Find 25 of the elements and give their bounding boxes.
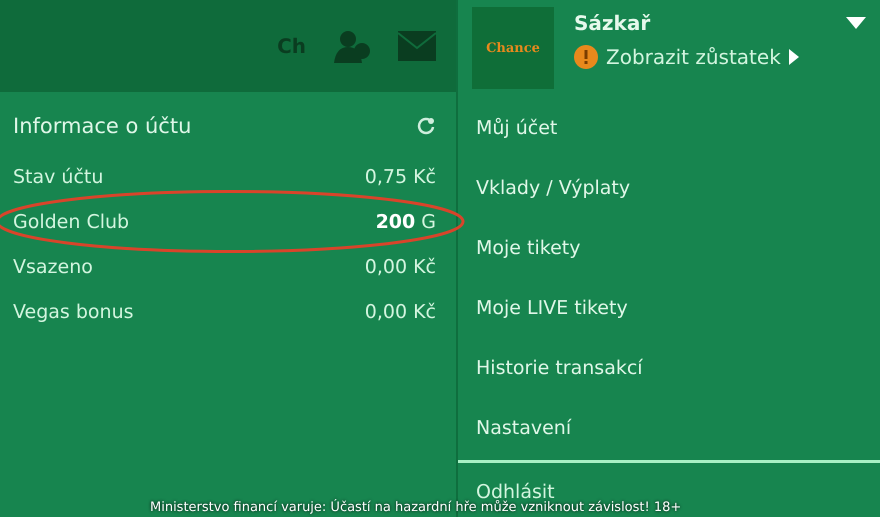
row-label: Stav účtu bbox=[13, 166, 104, 188]
menu-item[interactable]: Vklady / Výplaty bbox=[458, 158, 880, 218]
menu-item[interactable]: Moje tikety bbox=[458, 218, 880, 278]
row-label: Vsazeno bbox=[13, 256, 93, 278]
user-icon[interactable] bbox=[332, 29, 372, 63]
menu-item[interactable]: Moje LIVE tikety bbox=[458, 278, 880, 338]
brand-logo[interactable]: Chance bbox=[472, 7, 554, 89]
panel-title: Informace o účtu bbox=[13, 114, 192, 138]
menu-item[interactable]: Můj účet bbox=[458, 98, 880, 158]
row-value: 0,00 Kč bbox=[364, 300, 436, 322]
row-value: 0,00 Kč bbox=[364, 256, 436, 278]
row-value: 0,75 Kč bbox=[364, 166, 436, 188]
warning-icon bbox=[574, 45, 598, 69]
row-label: Golden Club bbox=[13, 210, 130, 232]
mail-icon[interactable] bbox=[398, 31, 436, 61]
show-balance-link[interactable]: Zobrazit zůstatek bbox=[574, 45, 866, 69]
username: Sázkař bbox=[574, 11, 650, 35]
gambling-warning: Ministerstvo financí varuje: Účastí na hazardní hře může vzniknout závislost! 18+ bbox=[150, 500, 682, 515]
menu-item[interactable]: Nastavení bbox=[458, 398, 880, 458]
menu-item[interactable]: Historie transakcí bbox=[458, 338, 880, 398]
row-label: Vegas bonus bbox=[13, 300, 134, 322]
row-value: 200 G bbox=[376, 210, 436, 232]
dropdown-caret-icon[interactable] bbox=[846, 17, 866, 29]
play-arrow-icon bbox=[788, 49, 799, 65]
refresh-icon[interactable] bbox=[416, 116, 436, 136]
